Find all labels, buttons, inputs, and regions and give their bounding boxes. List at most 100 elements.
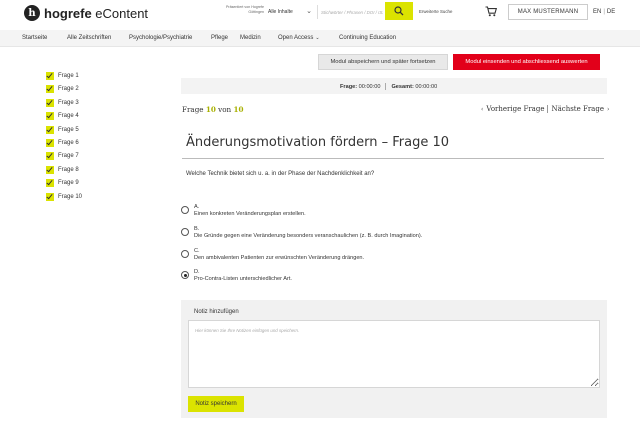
sidebar-item-frage-10[interactable]: Frage 10 <box>46 192 106 202</box>
counter-total: 10 <box>233 105 244 114</box>
radio-button[interactable] <box>181 250 189 258</box>
option-text: Pro-Contra-Listen unterschiedlicher Art. <box>194 276 292 282</box>
chevron-right-icon: › <box>606 106 610 113</box>
sidebar-item-frage-7[interactable]: Frage 7 <box>46 151 106 161</box>
logo-text: hogrefe eContent <box>44 6 148 21</box>
option-text: Den ambivalenten Patienten zur erwünscht… <box>194 255 365 261</box>
lang-de-link[interactable]: DE <box>607 9 615 15</box>
nav-item-startseite[interactable]: Startseite <box>22 35 47 41</box>
search-input[interactable] <box>317 5 383 19</box>
sidebar-item-label: Frage 7 <box>58 153 79 160</box>
sidebar-item-frage-9[interactable]: Frage 9 <box>46 178 106 188</box>
sidebar-item-label: Frage 10 <box>58 193 83 200</box>
previous-question-link[interactable]: Vorherige Frage <box>486 105 544 113</box>
hogrefe-logo[interactable]: h hogrefe eContent <box>24 5 148 21</box>
answer-option-a[interactable]: A. Einen konkreten Veränderungsplan erst… <box>181 204 601 222</box>
lang-separator: | <box>603 9 605 15</box>
checkbox-checked-icon <box>46 179 54 188</box>
nav-divider <box>547 105 549 113</box>
counter-of: von <box>218 105 232 114</box>
submit-module-button[interactable]: Modul einsenden und abschliessend auswer… <box>453 54 600 70</box>
note-textarea[interactable] <box>188 320 600 388</box>
search-scope-select[interactable]: Alle Inhalte ⌄ <box>268 5 314 19</box>
question-text: Welche Technik bietet sich u. a. in der … <box>186 171 375 177</box>
checkbox-checked-icon <box>46 152 54 161</box>
checkbox-checked-icon <box>46 85 54 94</box>
counter-current: 10 <box>205 105 216 114</box>
chevron-left-icon: ‹ <box>481 106 484 113</box>
timer-readout: Frage: 00:00:00 Gesamt: 00:00:00 <box>340 83 437 90</box>
total-timer-value: 00:00:00 <box>415 83 438 90</box>
chevron-down-icon: ⌄ <box>315 35 320 41</box>
presented-by-text: Präsentiert von Hogrefe Göttingen <box>226 5 264 14</box>
lang-en-link[interactable]: EN <box>593 9 601 15</box>
timer-divider <box>385 83 387 90</box>
checkbox-checked-icon <box>46 165 54 174</box>
shopping-cart-icon[interactable] <box>485 6 497 17</box>
checkbox-checked-icon <box>46 72 54 80</box>
sidebar-item-label: Frage 5 <box>58 126 79 133</box>
search-button[interactable] <box>385 2 413 20</box>
option-letter: A. <box>194 204 200 210</box>
search-icon <box>394 6 404 16</box>
question-timer-label: Frage: <box>340 83 358 90</box>
checkbox-checked-icon <box>46 98 54 107</box>
answer-option-b[interactable]: B. Die Gründe gegen eine Veränderung bes… <box>181 226 601 244</box>
save-and-continue-later-button[interactable]: Modul abspeichern und später fortsetzen <box>318 54 448 70</box>
nav-item-continuing-education[interactable]: Continuing Education <box>339 35 396 41</box>
logo-mark-icon: h <box>24 5 40 21</box>
search-scope-label: Alle Inhalte <box>268 9 293 15</box>
next-question-link[interactable]: Nächste Frage <box>551 105 604 113</box>
note-label: Notiz hinzufügen <box>194 309 239 315</box>
checkbox-checked-icon <box>46 192 54 201</box>
sidebar-item-frage-2[interactable]: Frage 2 <box>46 84 106 94</box>
nav-item-open-access[interactable]: Open Access ⌄ <box>278 35 320 41</box>
option-text: Die Gründe gegen eine Veränderung besond… <box>194 233 423 239</box>
nav-item-pflege[interactable]: Pflege <box>211 35 228 41</box>
question-timer-value: 00:00:00 <box>358 83 381 90</box>
advanced-search-link[interactable]: Erweiterte Suche <box>419 9 452 14</box>
sidebar-item-frage-4[interactable]: Frage 4 <box>46 111 106 121</box>
sidebar-item-label: Frage 2 <box>58 86 79 93</box>
answer-option-c[interactable]: C. Den ambivalenten Patienten zur erwüns… <box>181 248 601 266</box>
language-switcher: EN | DE <box>593 9 615 15</box>
nav-item-open-access-label: Open Access <box>278 35 314 41</box>
sidebar-item-frage-1[interactable]: Frage 1 <box>46 71 106 81</box>
sidebar-item-label: Frage 8 <box>58 166 79 173</box>
nav-item-medizin[interactable]: Medizin <box>240 35 261 41</box>
option-letter: D. <box>194 269 200 275</box>
sidebar-item-frage-5[interactable]: Frage 5 <box>46 125 106 135</box>
title-divider <box>182 158 604 159</box>
sidebar-item-frage-8[interactable]: Frage 8 <box>46 165 106 175</box>
question-title: Änderungsmotivation fördern – Frage 10 <box>186 135 450 150</box>
sidebar-item-frage-3[interactable]: Frage 3 <box>46 98 106 108</box>
radio-button[interactable] <box>181 228 189 236</box>
sidebar-item-label: Frage 1 <box>58 73 79 79</box>
checkbox-checked-icon <box>46 112 54 121</box>
checkbox-checked-icon <box>46 125 54 134</box>
nav-item-alle-zeitschriften[interactable]: Alle Zeitschriften <box>67 35 111 41</box>
radio-button[interactable] <box>181 206 189 214</box>
total-timer-label: Gesamt: <box>391 83 414 90</box>
question-navigation: ‹ Vorherige Frage Nächste Frage › <box>478 105 612 113</box>
logo-brand: hogrefe <box>44 5 92 21</box>
logo-product: eContent <box>91 5 149 21</box>
sidebar-item-label: Frage 6 <box>58 140 79 146</box>
sidebar-item-label: Frage 4 <box>58 113 79 120</box>
counter-prefix: Frage <box>182 105 204 114</box>
checkbox-checked-icon <box>46 139 54 147</box>
sidebar-item-label: Frage 3 <box>58 99 79 106</box>
option-text: Einen konkreten Veränderungsplan erstell… <box>194 211 306 217</box>
radio-button-selected[interactable] <box>181 271 189 279</box>
nav-item-psychologie[interactable]: Psychologie/Psychiatrie <box>129 35 192 41</box>
user-account-button[interactable]: MAX MUSTERMANN <box>508 4 588 20</box>
answer-option-d[interactable]: D. Pro-Contra-Listen unterschiedlicher A… <box>181 269 601 287</box>
option-letter: B. <box>194 226 200 232</box>
option-letter: C. <box>194 248 200 254</box>
site-header: h hogrefe eContent Präsentiert von Hogre… <box>0 0 640 30</box>
save-note-button[interactable]: Notiz speichern <box>188 396 244 412</box>
chevron-down-icon: ⌄ <box>306 8 312 15</box>
question-counter: Frage 10 von 10 <box>182 105 244 114</box>
sidebar-item-label: Frage 9 <box>58 180 79 187</box>
sidebar-item-frage-6[interactable]: Frage 6 <box>46 138 106 148</box>
